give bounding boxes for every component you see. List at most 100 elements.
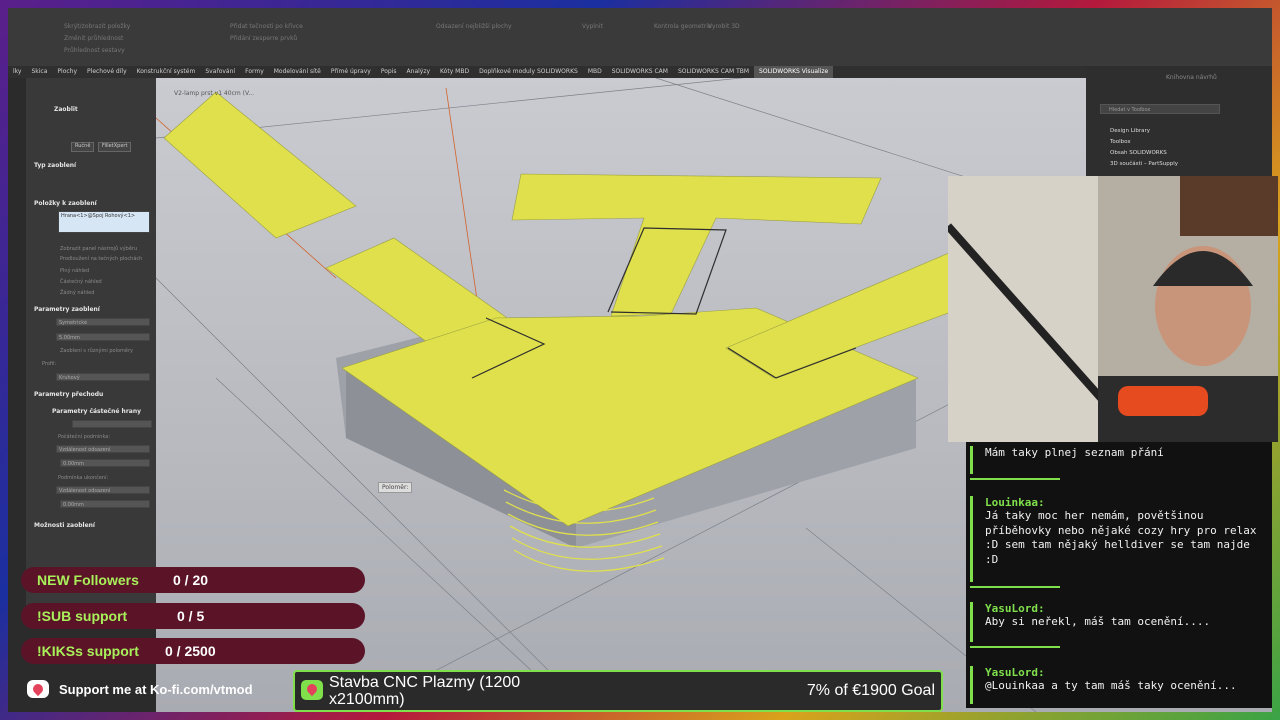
tab-item[interactable]: Skica — [26, 66, 52, 78]
toolbox-search-input[interactable]: Hledat v Toolbox — [1100, 104, 1220, 114]
tab-item[interactable]: Svařování — [200, 66, 240, 78]
fillet-method-select[interactable]: Symetrické — [56, 318, 150, 326]
goal-followers: NEW Followers 0 / 20 — [21, 567, 365, 593]
feature-title: Zaoblit — [54, 106, 78, 113]
manual-tab[interactable]: Ručně — [71, 142, 95, 152]
tab-item[interactable]: SOLIDWORKS CAM — [607, 66, 673, 78]
tab-item[interactable]: lky — [8, 66, 26, 78]
tree-item-solidworks-content[interactable]: Obsah SOLIDWORKS — [1110, 150, 1167, 156]
stream-chat: Mám taky plnej seznam přání Louinkaa: Já… — [966, 442, 1272, 708]
tab-item[interactable]: MBD — [583, 66, 607, 78]
option-no-preview[interactable]: Žádný náhled — [60, 290, 94, 296]
chat-separator — [970, 646, 1060, 648]
ribbon-group[interactable]: Přidání zesperre prvků — [230, 34, 297, 43]
edge-selection-box[interactable]: Hrana<1>@Spoj Rohový<1> — [58, 211, 150, 233]
chat-username: YasuLord: — [985, 666, 1045, 679]
option-tangent-propagation[interactable]: Prodloužení na tečných plochách — [60, 256, 142, 262]
ribbon-group[interactable]: Změnit průhlednost — [64, 34, 123, 43]
tab-item[interactable]: Kóty MBD — [435, 66, 474, 78]
tree-item-partsupply[interactable]: 3D součásti – PartSupply — [1110, 161, 1178, 167]
tab-item[interactable]: SOLIDWORKS CAM TBM — [673, 66, 754, 78]
webcam-feed — [948, 176, 1278, 442]
partial-start-distance[interactable]: 0.00mm — [60, 459, 150, 467]
tab-item[interactable]: Formy — [240, 66, 269, 78]
goal-label: NEW Followers — [37, 572, 139, 588]
command-tabs: lky Skica Plochy Plechové díly Konstrukční s… — [8, 66, 1088, 78]
tree-item-toolbox[interactable]: Toolbox — [1110, 139, 1131, 145]
goal-title: Stavba CNC Plazmy (1200 x2100mm) — [329, 674, 521, 708]
chat-message: YasuLord: Aby si neřekl, máš tam ocenění… — [970, 602, 1266, 648]
tab-item[interactable]: Popis — [376, 66, 402, 78]
partial-start-select[interactable]: Vzdálenost odsazení — [56, 445, 150, 453]
ribbon-group[interactable]: Odsazení nejbližší plochy — [436, 22, 512, 31]
section-fillet-parameters[interactable]: Parametry zaoblení — [34, 306, 100, 313]
section-items-to-fillet[interactable]: Položky k zaoblení — [34, 200, 97, 207]
partial-start-field[interactable] — [72, 420, 152, 428]
property-manager: Zaoblit Ručně FilletXpert Typ zaoblení P… — [26, 78, 157, 618]
partial-end-label: Podmínka ukončení: — [58, 475, 109, 481]
command-ribbon: Skrýt/zobrazit položky Změnit průhlednos… — [8, 8, 1272, 67]
chat-text: Já taky moc her nemám, povětšinou příběh… — [985, 509, 1257, 566]
kofi-banner[interactable]: Support me at Ko-fi.com/vtmod — [21, 678, 291, 702]
tree-item-design-library[interactable]: Design Library — [1110, 128, 1150, 134]
option-partial-preview[interactable]: Částečný náhled — [60, 279, 102, 285]
taskpane-title: Knihovna návrhů — [1166, 74, 1217, 81]
yellow-face[interactable] — [511, 173, 882, 317]
chat-message: YasuLord: @Louinkaa a ty tam máš taky oc… — [970, 666, 1266, 704]
donation-goal-bar: Stavba CNC Plazmy (1200 x2100mm) 7% of €… — [293, 670, 943, 712]
goal-label: !KIKSs support — [37, 643, 139, 659]
profile-label: Profil: — [42, 361, 57, 367]
ribbon-group[interactable]: Kontrola geometrie — [654, 22, 712, 31]
chat-message: Louinkaa: Já taky moc her nemám, povětši… — [970, 496, 1266, 588]
chat-username: YasuLord: — [985, 602, 1045, 615]
chat-separator — [970, 478, 1060, 480]
filletxpert-tab[interactable]: FilletXpert — [98, 142, 132, 152]
tab-item[interactable]: Plochy — [52, 66, 82, 78]
tab-item[interactable]: Modelování sítě — [269, 66, 326, 78]
yellow-face[interactable] — [163, 91, 357, 239]
tab-item[interactable]: Doplňkové moduly SOLIDWORKS — [474, 66, 583, 78]
ribbon-group[interactable]: Vyplnit — [582, 22, 603, 31]
goal-value: 0 / 5 — [177, 608, 205, 624]
ribbon-group[interactable]: Průhlednost sestavy — [64, 46, 125, 55]
chat-text: @Louinkaa a ty tam máš taky ocenění... — [985, 679, 1237, 692]
partial-end-select[interactable]: Vzdálenost odsazení — [56, 486, 150, 494]
partial-end-distance[interactable]: 0.00mm — [60, 500, 150, 508]
ribbon-group[interactable]: Vyrobit 3D — [708, 22, 740, 31]
design-library-pane: Knihovna návrhů Hledat v Toolbox Design … — [1086, 66, 1272, 176]
goal-value: 0 / 2500 — [165, 643, 216, 659]
goal-label: !SUB support — [37, 608, 128, 624]
tab-item[interactable]: Přímé úpravy — [326, 66, 376, 78]
chat-text: Aby si neřekl, máš tam ocenění.... — [985, 615, 1211, 628]
profile-select[interactable]: Kruhový — [56, 373, 150, 381]
radius-tooltip[interactable]: Poloměr: — [378, 482, 413, 493]
chat-message: Mám taky plnej seznam přání — [970, 446, 1266, 480]
radius-input[interactable]: 5.00mm — [56, 333, 150, 341]
tab-item[interactable]: SOLIDWORKS Visualize — [754, 66, 834, 78]
feature-tree-flyout[interactable]: V2-lamp prst v1 40cm (V... — [174, 90, 254, 97]
webcam-image — [948, 176, 1278, 442]
section-transition-parameters[interactable]: Parametry přechodu — [34, 391, 103, 398]
goal-kiks: !KIKSs support 0 / 2500 — [21, 638, 365, 664]
section-partial-edge-parameters[interactable]: Parametry částečné hrany — [52, 408, 141, 415]
ribbon-group[interactable]: Skrýt/zobrazit položky — [64, 22, 130, 31]
section-fillet-options[interactable]: Možnosti zaoblení — [34, 522, 95, 529]
partial-start-label: Počáteční podmínka: — [58, 434, 111, 440]
option-full-preview[interactable]: Plný náhled — [60, 268, 89, 274]
ribbon-group[interactable]: Přidat tečnosti po křivce — [230, 22, 303, 31]
section-fillet-type[interactable]: Typ zaoblení — [34, 162, 76, 169]
tab-item[interactable]: Konstrukční systém — [132, 66, 201, 78]
chat-username: Louinkaa: — [985, 496, 1045, 509]
kofi-text: Support me at Ko-fi.com/vtmod — [59, 682, 253, 697]
chat-text: Mám taky plnej seznam přání — [985, 446, 1164, 459]
goal-progress-text: 7% of €1900 Goal — [806, 682, 935, 699]
tab-item[interactable]: Analýzy — [402, 66, 436, 78]
goal-subs: !SUB support 0 / 5 — [21, 603, 365, 629]
chat-separator — [970, 586, 1060, 588]
tab-item[interactable]: Plechové díly — [82, 66, 132, 78]
kofi-cup-icon — [301, 680, 323, 700]
multi-radius-checkbox[interactable]: Zaoblení s různými poloměry — [60, 348, 133, 354]
kofi-cup-icon — [27, 680, 49, 698]
option-selection-toolbar[interactable]: Zobrazit panel nástrojů výběru — [60, 246, 137, 252]
goal-value: 0 / 20 — [173, 572, 209, 588]
